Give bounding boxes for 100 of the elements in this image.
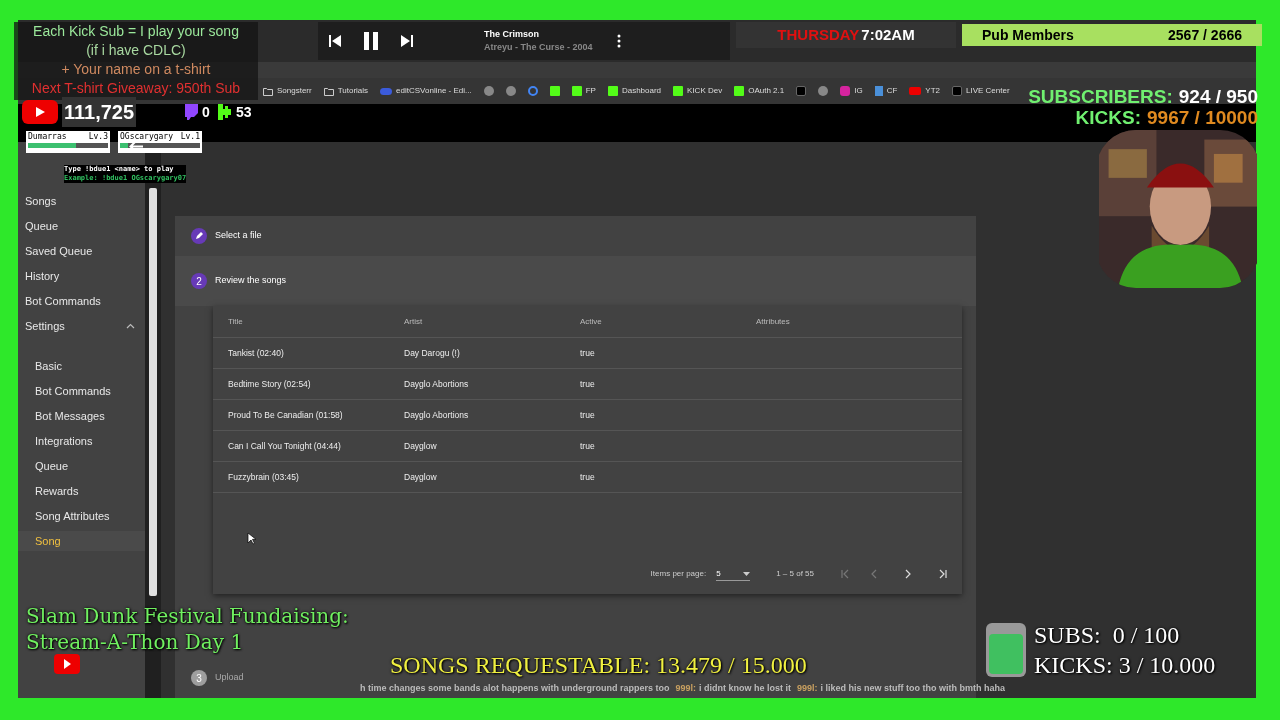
jar-goal-text: KICKS: 3 / 10.000 — [1034, 651, 1216, 680]
step-label: Review the songs — [215, 274, 287, 288]
table-cell-text: Tankist (02:40) — [228, 346, 285, 360]
goal-label: SUBSCRIBERS: — [1028, 86, 1173, 107]
csv-icon — [380, 87, 393, 95]
youtube-icon — [909, 87, 922, 95]
songs-requestable-text: SONGS REQUESTABLE: 13.479 / 15.000 — [390, 651, 807, 680]
table-cell-text: Dayglow — [404, 470, 438, 484]
sidebar-item[interactable]: Queue — [18, 456, 145, 476]
table-cell-text: Dayglo Abortions — [404, 408, 470, 422]
jar-goal-text: SUBS: 0 / 100 — [1034, 621, 1181, 650]
previous-track-icon[interactable] — [328, 34, 342, 48]
instagram-icon — [840, 86, 851, 96]
scrollbar-thumb[interactable] — [149, 188, 157, 596]
bookmark-link[interactable]: editCSVonline - Edi... — [396, 85, 472, 97]
more-icon[interactable] — [616, 34, 621, 48]
bookmark-link[interactable]: LIVE Center — [966, 85, 1010, 97]
goal-label: KICKS: — [1075, 107, 1142, 128]
chat-username: 999l: — [675, 682, 697, 695]
event-title: Stream-A-Thon Day 1 — [26, 629, 245, 655]
table-cell-text: true — [580, 346, 596, 360]
column-header: Artist — [404, 315, 424, 328]
sidebar-item[interactable]: Settings — [18, 316, 145, 336]
bookmark-link[interactable]: Dashboard — [621, 85, 662, 97]
bookmark-link[interactable]: OAuth 2.1 — [748, 85, 785, 97]
sidebar-item[interactable]: Songs — [18, 191, 145, 211]
promo-text: + Your name on a t-shirt — [61, 60, 211, 79]
column-header: Attributes — [756, 315, 791, 328]
items-per-page-label: Items per page: — [650, 568, 707, 580]
sidebar-item[interactable]: History — [18, 266, 145, 286]
day-text: THURSDAY — [777, 24, 860, 45]
chat-message: i liked his new stuff too tho with bmth haha — [820, 682, 1006, 695]
kick-logo-icon — [571, 86, 582, 96]
pub-members-label: Pub Members — [982, 25, 1074, 45]
time-text: 7:02AM — [861, 24, 915, 45]
player-name: Dumarras — [28, 131, 67, 142]
bookmark-icon — [505, 86, 516, 96]
folder-icon — [323, 86, 334, 96]
chat-username: 999l: — [797, 682, 818, 695]
sidebar-item[interactable]: Bot Messages — [18, 406, 145, 426]
sidebar-item[interactable]: Basic — [18, 356, 145, 376]
promo-text: (if i have CDLC) — [86, 41, 186, 60]
table-cell-text: Dayglo Abortions — [404, 377, 470, 391]
kick-logo-icon — [217, 104, 232, 120]
bookmark-link[interactable]: Songsterr — [277, 85, 312, 97]
follower-count: 53 — [235, 102, 252, 122]
bookmark-icon — [483, 86, 494, 96]
pub-members-count: 2567 / 2666 — [1168, 25, 1242, 45]
step-marker: 3 — [191, 670, 207, 686]
youtube-icon — [54, 654, 80, 674]
twitch-icon — [184, 104, 199, 120]
sidebar-item[interactable]: Bot Commands — [18, 291, 145, 311]
sidebar-item[interactable]: Bot Commands — [18, 381, 145, 401]
next-track-icon[interactable] — [400, 34, 414, 48]
folder-icon — [263, 86, 273, 96]
bookmark-link[interactable]: CF — [886, 85, 898, 97]
bookmark-link[interactable]: KICK Dev — [687, 85, 723, 97]
next-page-icon[interactable] — [904, 569, 912, 579]
column-header: Title — [228, 315, 244, 328]
chat-message: i didnt know he lost it — [699, 682, 792, 695]
tiktok-icon — [796, 86, 807, 96]
bookmark-link[interactable]: YT2 — [925, 85, 940, 97]
bookmark-icon — [874, 86, 883, 96]
dropdown-caret-icon — [743, 571, 751, 576]
track-subtitle: Atreyu - The Curse - 2004 — [484, 41, 593, 54]
player-rank: Lv.1 — [180, 131, 200, 142]
tiktok-icon — [952, 86, 962, 96]
google-icon — [527, 86, 538, 96]
sidebar-item[interactable]: Rewards — [18, 481, 145, 501]
promo-text: Each Kick Sub = I play your song — [33, 22, 239, 41]
page-range: 1 – 5 of 55 — [776, 568, 814, 580]
bookmark-link[interactable]: FP — [585, 85, 596, 97]
table-cell-text: Dayglow — [404, 439, 438, 453]
sidebar-item[interactable]: Integrations — [18, 431, 145, 451]
pause-icon[interactable] — [362, 31, 380, 51]
table-cell-text: Fuzzybrain (03:45) — [228, 470, 300, 484]
table-cell-text: true — [580, 470, 596, 484]
page-size-select[interactable]: 5 — [716, 567, 751, 581]
sidebar-item[interactable]: Queue — [18, 216, 145, 236]
table-cell-text: Proud To Be Canadian (01:58) — [228, 408, 344, 422]
table-cell-text: true — [580, 408, 596, 422]
sidebar-item[interactable]: Song Attributes — [18, 506, 145, 526]
kick-logo-icon — [673, 86, 684, 96]
follower-count: 111,725 — [62, 97, 137, 127]
track-title: The Crimson — [484, 27, 540, 41]
cursor-icon — [247, 532, 256, 545]
sidebar-item[interactable]: Song — [18, 531, 145, 551]
bookmark-link[interactable]: IG — [854, 85, 863, 97]
table-cell-text: Can I Call You Tonight (04:44) — [228, 439, 342, 453]
step-label: Select a file — [215, 229, 262, 243]
kick-logo-icon — [607, 86, 618, 96]
table-cell-text: Bedtime Story (02:54) — [228, 377, 312, 391]
table-cell-text: Day Darogu (!) — [404, 346, 461, 360]
youtube-icon — [22, 100, 58, 124]
kick-logo-icon — [549, 86, 560, 96]
last-page-icon[interactable] — [938, 569, 948, 579]
follower-count: 0 — [202, 102, 210, 122]
sidebar-item[interactable]: Saved Queue — [18, 241, 145, 261]
bookmark-link[interactable]: Tutorials — [337, 85, 369, 97]
promo-text: Next T-shirt Giveaway: 950th Sub — [31, 79, 241, 98]
